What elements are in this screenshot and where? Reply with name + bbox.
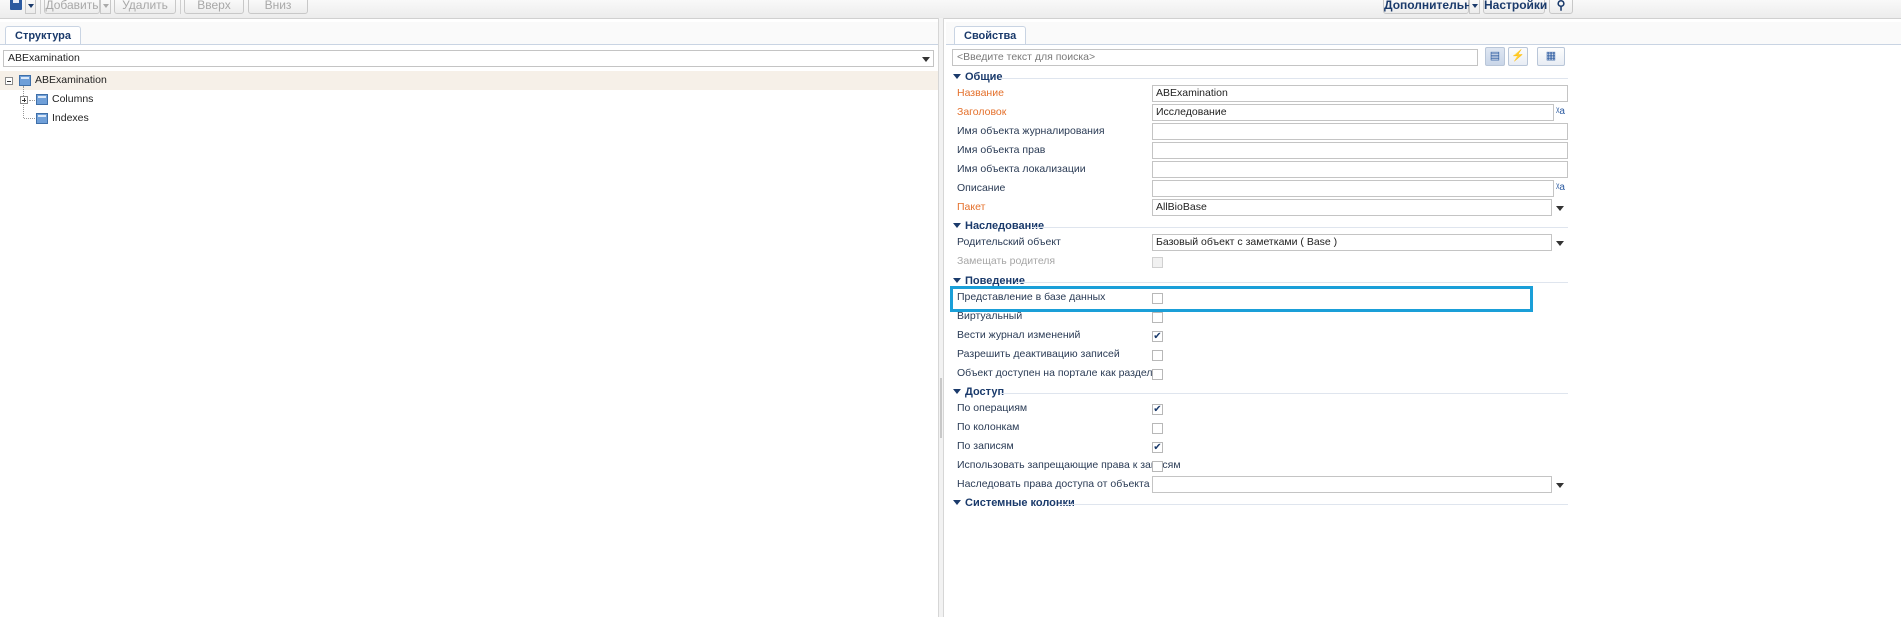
- portal-section-label: Объект доступен на портале как раздел: [957, 367, 1153, 379]
- additional-menu-arrow[interactable]: [1469, 0, 1480, 14]
- tree-line: [29, 100, 35, 101]
- expand-icon[interactable]: [20, 96, 28, 104]
- name-label: Название: [957, 87, 1004, 99]
- localize-icon[interactable]: ᵡa: [1556, 182, 1565, 193]
- group-divider: [1032, 227, 1568, 228]
- object-icon: [19, 75, 31, 86]
- allow-deactivation-checkbox[interactable]: [1152, 350, 1163, 361]
- object-select-value: ABExamination: [8, 52, 80, 64]
- tree-node-indexes[interactable]: Indexes: [52, 109, 89, 128]
- package-field[interactable]: AllBioBase: [1152, 199, 1552, 216]
- inherit-rights-label: Наследовать права доступа от объекта: [957, 478, 1150, 490]
- search-placeholder: <Введите текст для поиска>: [957, 51, 1096, 63]
- group-divider: [1000, 393, 1568, 394]
- description-field[interactable]: [1152, 180, 1554, 197]
- deny-rights-checkbox[interactable]: [1152, 461, 1163, 472]
- tab-properties[interactable]: Свойства: [954, 26, 1027, 44]
- rights-object-field[interactable]: [1152, 142, 1568, 159]
- chevron-down-icon[interactable]: [1552, 235, 1567, 250]
- columns-icon: [36, 94, 48, 105]
- add-menu-arrow[interactable]: [100, 0, 111, 14]
- splitter-handle[interactable]: [940, 378, 942, 438]
- top-toolbar: Добавить Удалить Вверх Вниз Дополнительн…: [0, 0, 1901, 19]
- caption-field[interactable]: Исследование: [1152, 104, 1554, 121]
- localization-object-field[interactable]: [1152, 161, 1568, 178]
- log-object-field[interactable]: [1152, 123, 1568, 140]
- change-log-label: Вести журнал изменений: [957, 329, 1081, 341]
- by-columns-checkbox[interactable]: [1152, 423, 1163, 434]
- replace-parent-checkbox: [1152, 257, 1163, 268]
- events-button[interactable]: ⚡: [1508, 47, 1528, 66]
- allow-deactivation-label: Разрешить деактивацию записей: [957, 348, 1120, 360]
- package-label: Пакет: [957, 201, 986, 213]
- group-view-button[interactable]: ▤: [1485, 47, 1505, 66]
- save-icon[interactable]: [10, 0, 22, 10]
- grid-icon: ▦: [1545, 50, 1557, 62]
- add-button[interactable]: Добавить: [44, 0, 100, 14]
- magnifier-icon: ⚲: [1556, 0, 1566, 12]
- group-inheritance[interactable]: Наследование: [952, 219, 1044, 234]
- by-columns-label: По колонкам: [957, 421, 1020, 433]
- view-options-button[interactable]: ▦: [1537, 47, 1565, 66]
- list-view-icon: ▤: [1489, 50, 1501, 62]
- by-records-label: По записям: [957, 440, 1014, 452]
- tree-selection-row: [0, 71, 938, 90]
- chevron-down-icon[interactable]: [1552, 200, 1567, 215]
- by-operations-checkbox[interactable]: ✔: [1152, 404, 1163, 415]
- parent-object-field[interactable]: Базовый объект с заметками ( Base ): [1152, 234, 1552, 251]
- inherit-rights-field[interactable]: [1152, 476, 1552, 493]
- log-object-label: Имя объекта журналирования: [957, 125, 1105, 137]
- virtual-checkbox[interactable]: [1152, 312, 1163, 323]
- panel-splitter[interactable]: [938, 18, 944, 617]
- localization-object-label: Имя объекта локализации: [957, 163, 1086, 175]
- portal-section-checkbox[interactable]: [1152, 369, 1163, 380]
- tree-node-columns[interactable]: Columns: [52, 90, 93, 109]
- lightning-icon: ⚡: [1511, 50, 1525, 62]
- properties-panel-header: Свойства: [946, 22, 1901, 45]
- group-divider: [1000, 78, 1568, 79]
- group-general[interactable]: Общие: [952, 70, 1003, 85]
- change-log-checkbox[interactable]: ✔: [1152, 331, 1163, 342]
- deny-rights-label: Использовать запрещающие права к записям: [957, 459, 1181, 471]
- description-label: Описание: [957, 182, 1006, 194]
- tree-line: [24, 118, 35, 119]
- structure-panel-header: Структура: [0, 22, 938, 45]
- properties-search-input[interactable]: <Введите текст для поиска>: [952, 49, 1478, 66]
- collapse-icon[interactable]: [5, 77, 13, 85]
- settings-button[interactable]: Настройки: [1483, 0, 1547, 14]
- object-select[interactable]: ABExamination: [3, 50, 934, 67]
- toolbar-separator: [180, 0, 181, 14]
- group-divider: [1016, 282, 1568, 283]
- tree-node-root[interactable]: ABExamination: [35, 71, 107, 90]
- chevron-down-icon[interactable]: [1552, 477, 1567, 492]
- by-records-checkbox[interactable]: ✔: [1152, 442, 1163, 453]
- save-menu-arrow[interactable]: [25, 0, 36, 14]
- rights-object-label: Имя объекта прав: [957, 144, 1046, 156]
- replace-parent-label: Замещать родителя: [957, 255, 1056, 267]
- toolbar-separator: [40, 0, 41, 14]
- indexes-icon: [36, 113, 48, 124]
- group-system-columns[interactable]: Системные колонки: [952, 496, 1075, 511]
- tab-structure[interactable]: Структура: [5, 26, 81, 44]
- group-access[interactable]: Доступ: [952, 385, 1004, 400]
- delete-button[interactable]: Удалить: [114, 0, 176, 14]
- help-search-button[interactable]: ⚲: [1549, 0, 1573, 14]
- additional-button[interactable]: Дополнительно: [1383, 0, 1479, 14]
- move-up-button[interactable]: Вверх: [184, 0, 244, 14]
- chevron-down-icon[interactable]: [918, 51, 933, 66]
- caption-label: Заголовок: [957, 106, 1007, 118]
- move-down-button[interactable]: Вниз: [248, 0, 308, 14]
- group-divider: [1060, 504, 1568, 505]
- parent-object-label: Родительский объект: [957, 236, 1061, 248]
- localize-icon[interactable]: ᵡa: [1556, 106, 1565, 117]
- highlight-box: [950, 286, 1533, 312]
- by-operations-label: По операциям: [957, 402, 1028, 414]
- name-field[interactable]: ABExamination: [1152, 85, 1568, 102]
